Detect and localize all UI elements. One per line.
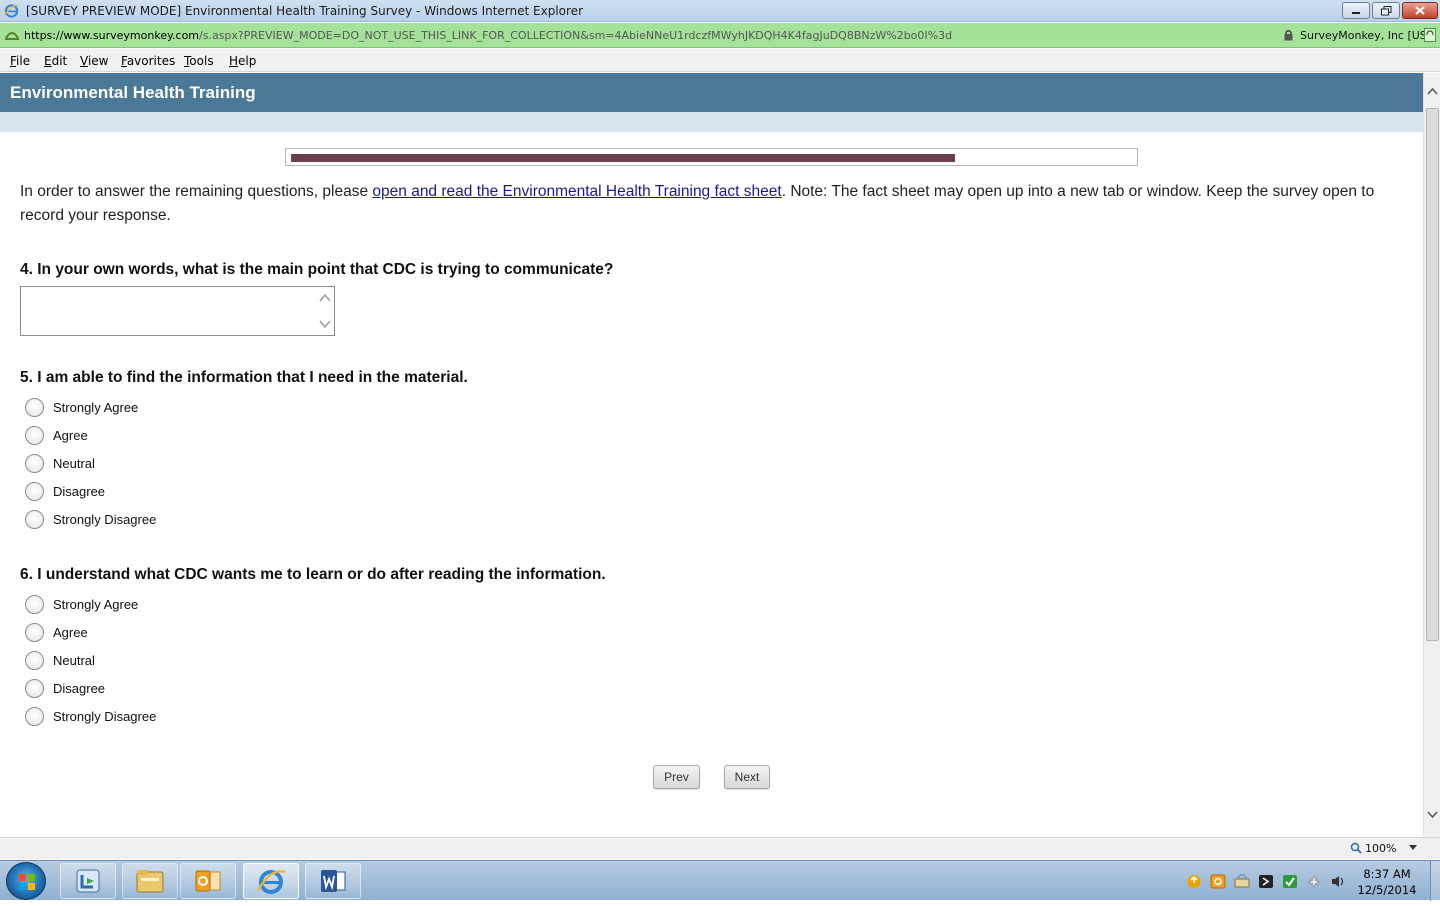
q6-option-strongly-disagree[interactable]: Strongly Disagree: [25, 706, 156, 726]
textarea-scroll-down-icon[interactable]: [318, 318, 332, 330]
scrollbar-thumb[interactable]: [1426, 108, 1439, 641]
zoom-icon[interactable]: [1350, 842, 1362, 854]
textarea-scroll-up-icon[interactable]: [318, 292, 332, 304]
radio-button[interactable]: [25, 425, 44, 445]
restore-button[interactable]: [1372, 2, 1400, 19]
outlook-icon: [195, 870, 221, 892]
security-check-icon[interactable]: [1282, 874, 1298, 889]
question-6-title: 6. I understand what CDC wants me to lea…: [20, 566, 606, 583]
internet-explorer-icon: [4, 4, 19, 18]
start-button[interactable]: [6, 862, 46, 900]
q5-option-strongly-agree[interactable]: Strongly Agree: [25, 397, 138, 417]
taskbar-clock[interactable]: 8:37 AM 12/5/2014: [1356, 866, 1418, 898]
restore-icon: [1380, 5, 1391, 15]
window-title: [SURVEY PREVIEW MODE] Environmental Heal…: [26, 4, 583, 18]
volume-icon[interactable]: [1330, 874, 1346, 889]
radio-button[interactable]: [25, 650, 44, 670]
menu-tools[interactable]: Tools: [184, 54, 214, 68]
status-bar: 100%: [0, 837, 1440, 859]
chevron-down-icon[interactable]: [1409, 845, 1417, 851]
q6-option-disagree[interactable]: Disagree: [25, 678, 105, 698]
survey-title: Environmental Health Training: [10, 83, 256, 102]
q6-option-strongly-agree[interactable]: Strongly Agree: [25, 594, 138, 614]
vertical-scrollbar[interactable]: [1423, 73, 1440, 837]
clock-date: 12/5/2014: [1357, 883, 1417, 897]
radio-button[interactable]: [25, 622, 44, 642]
radio-button[interactable]: [25, 453, 44, 473]
window-title-bar: [SURVEY PREVIEW MODE] Environmental Heal…: [0, 0, 1440, 22]
outlook-tray-icon[interactable]: [1210, 874, 1226, 889]
radio-button[interactable]: [25, 706, 44, 726]
progress-bar: [285, 148, 1138, 166]
close-icon: [1415, 6, 1425, 15]
fact-sheet-link[interactable]: open and read the Environmental Health T…: [372, 183, 781, 200]
taskbar-app-internet-explorer[interactable]: [243, 863, 299, 899]
survey-header: Environmental Health Training: [0, 73, 1423, 112]
taskbar: 8:37 AM 12/5/2014: [0, 860, 1440, 901]
clock-time: 8:37 AM: [1363, 867, 1411, 881]
q5-option-strongly-disagree[interactable]: Strongly Disagree: [25, 509, 156, 529]
close-button[interactable]: [1402, 2, 1438, 19]
internet-explorer-icon: [257, 870, 286, 894]
header-band: [0, 112, 1423, 132]
page-icon: [5, 32, 19, 40]
word-icon: [321, 870, 346, 892]
minimize-icon: [1352, 11, 1360, 14]
taskbar-app-outlook[interactable]: [180, 863, 236, 899]
lock-icon[interactable]: [1283, 29, 1294, 41]
radio-button[interactable]: [25, 397, 44, 417]
menu-help[interactable]: Help: [229, 54, 256, 68]
update-notification-icon[interactable]: [1186, 874, 1202, 889]
question-4-title: 4. In your own words, what is the main p…: [20, 261, 614, 278]
q5-option-disagree[interactable]: Disagree: [25, 481, 105, 501]
network-icon[interactable]: [1306, 874, 1322, 889]
windows-logo-icon: [19, 874, 35, 890]
lync-icon: [76, 869, 100, 893]
taskbar-app-explorer[interactable]: [122, 863, 178, 899]
page-viewport: Environmental Health Training In order t…: [0, 73, 1423, 837]
address-bar[interactable]: https://www.surveymonkey.com/s.aspx?PREV…: [0, 23, 1440, 48]
radio-button[interactable]: [25, 481, 44, 501]
radio-button[interactable]: [25, 594, 44, 614]
menu-edit[interactable]: Edit: [44, 54, 67, 68]
minimize-button[interactable]: [1342, 2, 1370, 19]
scroll-down-icon[interactable]: [1427, 809, 1438, 819]
security-certificate-label[interactable]: SurveyMonkey, Inc [US]: [1300, 29, 1431, 42]
radio-button[interactable]: [25, 509, 44, 529]
prev-button[interactable]: Prev: [653, 765, 700, 789]
radio-button[interactable]: [25, 678, 44, 698]
q6-option-agree[interactable]: Agree: [25, 622, 88, 642]
scroll-up-icon[interactable]: [1427, 87, 1438, 97]
zoom-level[interactable]: 100%: [1365, 842, 1396, 855]
progress-bar-fill: [291, 154, 955, 162]
menu-view[interactable]: View: [80, 54, 108, 68]
question-5-title: 5. I am able to find the information tha…: [20, 369, 468, 386]
next-button[interactable]: Next: [724, 765, 770, 789]
taskbar-app-word[interactable]: [305, 863, 361, 899]
menu-file[interactable]: File: [10, 54, 30, 68]
question-4-answer-textarea[interactable]: [20, 286, 335, 336]
taskbar-app-lync[interactable]: [60, 863, 116, 899]
q6-option-neutral[interactable]: Neutral: [25, 650, 95, 670]
show-desktop-button[interactable]: [1430, 861, 1440, 901]
q5-option-neutral[interactable]: Neutral: [25, 453, 95, 473]
intro-text: In order to answer the remaining questio…: [20, 183, 1375, 224]
menu-favorites[interactable]: Favorites: [121, 54, 175, 68]
network-share-icon[interactable]: [1234, 874, 1250, 889]
url-text[interactable]: https://www.surveymonkey.com/s.aspx?PREV…: [24, 29, 952, 42]
windows-explorer-icon: [136, 870, 164, 893]
menu-bar: File Edit View Favorites Tools Help: [0, 49, 1440, 72]
q5-option-agree[interactable]: Agree: [25, 425, 88, 445]
audio-device-icon[interactable]: [1258, 874, 1274, 889]
refresh-icon[interactable]: [1424, 28, 1436, 42]
